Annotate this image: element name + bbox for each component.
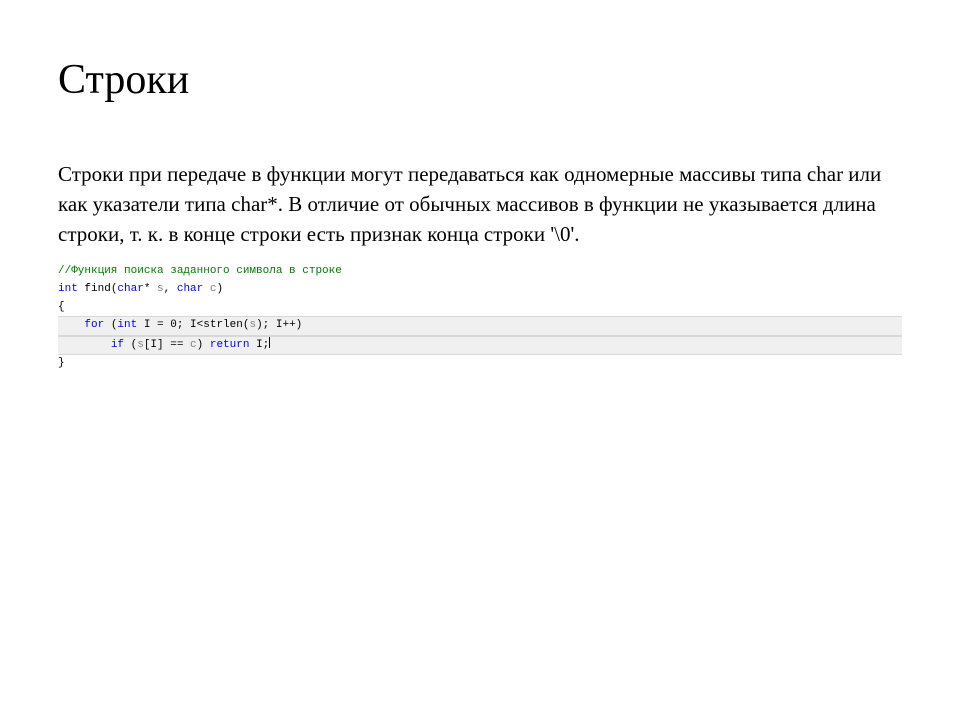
- comma: ,: [164, 283, 177, 295]
- space: [203, 283, 210, 295]
- kw-char: char: [117, 283, 143, 295]
- code-snippet: //Функция поиска заданного символа в стр…: [58, 263, 902, 373]
- if-body-close: ): [197, 339, 210, 351]
- code-line-for: for (int I = 0; I<strlen(s); I++): [58, 316, 902, 336]
- kw-int: int: [58, 283, 78, 295]
- code-line-signature: int find(char* s, char c): [58, 281, 902, 299]
- text-cursor-icon: [269, 337, 270, 348]
- code-line-brace-close: }: [58, 355, 902, 373]
- kw-if: if: [111, 339, 124, 351]
- if-open: (: [124, 339, 137, 351]
- code-line-if: if (s[I] == c) return I;: [58, 336, 902, 356]
- indent: [58, 319, 84, 331]
- for-body: I = 0; I<strlen(: [137, 319, 249, 331]
- var-s: s: [137, 339, 144, 351]
- page-title: Строки: [58, 56, 902, 104]
- close-paren: ): [216, 283, 223, 295]
- for-open: (: [104, 319, 117, 331]
- kw-for: for: [84, 319, 104, 331]
- kw-int: int: [117, 319, 137, 331]
- code-line-brace-open: {: [58, 299, 902, 317]
- if-body: [I] ==: [144, 339, 190, 351]
- fn-name: find(: [78, 283, 118, 295]
- star: *: [144, 283, 157, 295]
- return-body: I;: [249, 339, 269, 351]
- code-comment: //Функция поиска заданного символа в стр…: [58, 265, 342, 277]
- brace-open: {: [58, 301, 65, 313]
- kw-return: return: [210, 339, 250, 351]
- brace-close: }: [58, 357, 65, 369]
- var-c: c: [190, 339, 197, 351]
- var-s: s: [157, 283, 164, 295]
- code-line-comment: //Функция поиска заданного символа в стр…: [58, 263, 902, 281]
- for-body-end: ); I++): [256, 319, 302, 331]
- body-paragraph: Строки при передаче в функции могут пере…: [58, 160, 902, 249]
- indent: [58, 339, 111, 351]
- kw-char: char: [177, 283, 203, 295]
